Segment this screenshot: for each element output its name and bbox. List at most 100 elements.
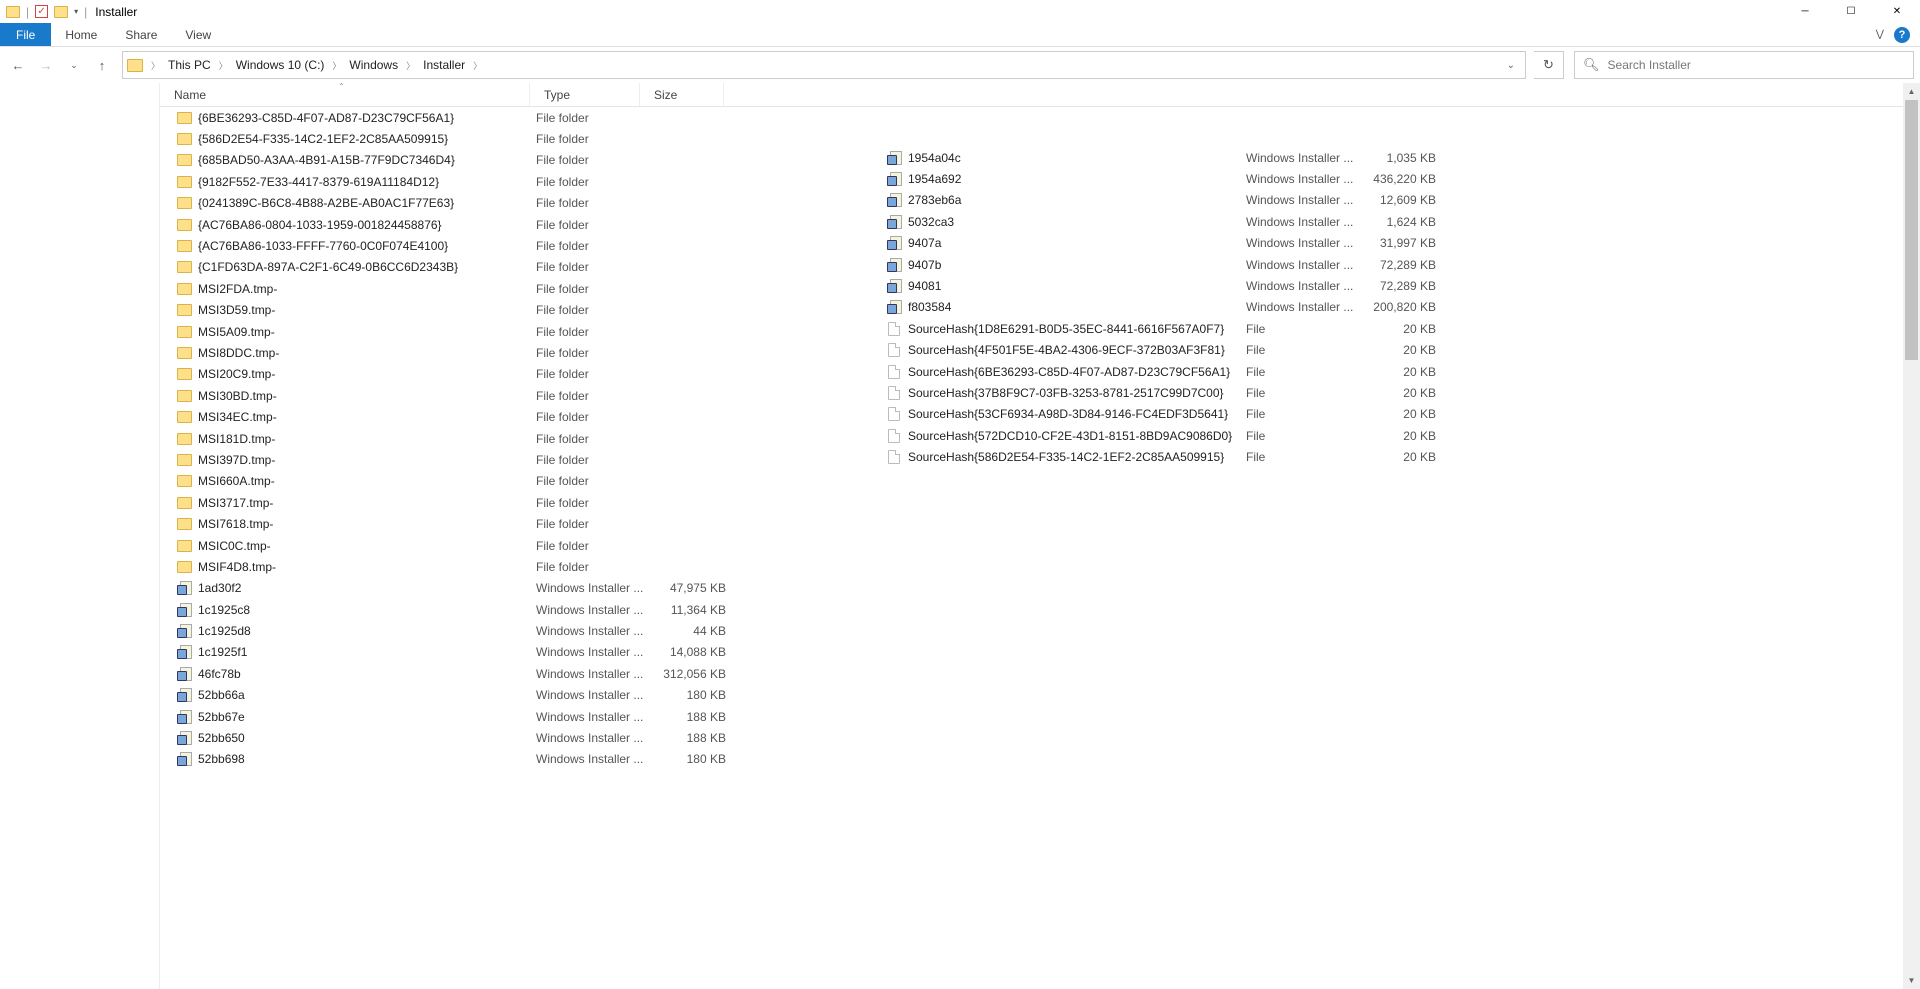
chevron-right-icon[interactable]: 〉 <box>471 59 484 72</box>
item-size: 47,975 KB <box>644 581 728 595</box>
content-area: Name ⌃ Type Size {6BE36293-C85D-4F07-AD8… <box>0 83 1920 989</box>
close-button[interactable]: ✕ <box>1874 0 1920 23</box>
breadcrumb[interactable]: Windows <box>345 58 402 72</box>
list-item[interactable]: SourceHash{53CF6934-A98D-3D84-9146-FC4ED… <box>880 404 1600 425</box>
list-item[interactable]: MSIC0C.tmp-File folder <box>160 535 880 556</box>
address-bar[interactable]: 〉 This PC 〉 Windows 10 (C:) 〉 Windows 〉 … <box>122 51 1526 79</box>
item-type: Windows Installer ... <box>1246 172 1354 186</box>
list-item[interactable]: {C1FD63DA-897A-C2F1-6C49-0B6CC6D2343B}Fi… <box>160 257 880 278</box>
list-item[interactable]: 9407bWindows Installer ...72,289 KB <box>880 254 1600 275</box>
list-item[interactable]: MSI8DDC.tmp-File folder <box>160 342 880 363</box>
breadcrumb[interactable]: Installer <box>419 58 469 72</box>
list-item[interactable]: 1c1925c8Windows Installer ...11,364 KB <box>160 599 880 620</box>
file-list[interactable]: Name ⌃ Type Size {6BE36293-C85D-4F07-AD8… <box>160 83 1920 989</box>
file-tab[interactable]: File <box>0 23 51 46</box>
vertical-scrollbar[interactable]: ▲ ▼ <box>1903 83 1920 989</box>
breadcrumb[interactable]: Windows 10 (C:) <box>232 58 329 72</box>
item-name: MSI660A.tmp- <box>198 474 536 488</box>
list-item[interactable]: 52bb650Windows Installer ...188 KB <box>160 727 880 748</box>
item-size: 20 KB <box>1354 429 1438 443</box>
list-item[interactable]: SourceHash{4F501F5E-4BA2-4306-9ECF-372B0… <box>880 340 1600 361</box>
item-name: MSI20C9.tmp- <box>198 367 536 381</box>
recent-locations-button[interactable]: ⌄ <box>62 53 86 77</box>
list-item[interactable]: SourceHash{572DCD10-CF2E-43D1-8151-8BD9A… <box>880 425 1600 446</box>
item-name: {9182F552-7E33-4417-8379-619A11184D12} <box>198 175 536 189</box>
properties-icon[interactable]: ✓ <box>35 5 48 18</box>
list-item[interactable]: 52bb67eWindows Installer ...188 KB <box>160 706 880 727</box>
chevron-right-icon[interactable]: 〉 <box>149 59 162 72</box>
help-icon[interactable]: ? <box>1894 27 1910 43</box>
list-item[interactable]: 9407aWindows Installer ...31,997 KB <box>880 233 1600 254</box>
list-item[interactable]: 1954a04cWindows Installer ...1,035 KB <box>880 147 1600 168</box>
column-name[interactable]: Name ⌃ <box>160 83 530 106</box>
list-item[interactable]: 52bb66aWindows Installer ...180 KB <box>160 685 880 706</box>
list-item[interactable]: MSI20C9.tmp-File folder <box>160 364 880 385</box>
tab-share[interactable]: Share <box>111 23 171 46</box>
list-item[interactable]: SourceHash{586D2E54-F335-14C2-1EF2-2C85A… <box>880 446 1600 467</box>
list-item[interactable]: MSI2FDA.tmp-File folder <box>160 278 880 299</box>
qat-dropdown-icon[interactable]: ▾ <box>74 7 78 16</box>
list-item[interactable]: 46fc78bWindows Installer ...312,056 KB <box>160 663 880 684</box>
maximize-button[interactable]: ☐ <box>1828 0 1874 23</box>
item-name: 1954a692 <box>908 172 1246 186</box>
chevron-right-icon[interactable]: 〉 <box>330 59 343 72</box>
list-item[interactable]: 5032ca3Windows Installer ...1,624 KB <box>880 211 1600 232</box>
list-item[interactable]: f803584Windows Installer ...200,820 KB <box>880 297 1600 318</box>
list-item[interactable]: {AC76BA86-0804-1033-1959-001824458876}Fi… <box>160 214 880 235</box>
list-item[interactable]: {586D2E54-F335-14C2-1EF2-2C85AA509915}Fi… <box>160 128 880 149</box>
list-item[interactable]: 1ad30f2Windows Installer ...47,975 KB <box>160 578 880 599</box>
item-size: 180 KB <box>644 752 728 766</box>
item-type: Windows Installer ... <box>536 688 644 702</box>
forward-button[interactable]: → <box>34 53 58 77</box>
scroll-thumb[interactable] <box>1905 100 1918 360</box>
tab-home[interactable]: Home <box>51 23 111 46</box>
list-item[interactable]: {6BE36293-C85D-4F07-AD87-D23C79CF56A1}Fi… <box>160 107 880 128</box>
list-item[interactable]: MSIF4D8.tmp-File folder <box>160 556 880 577</box>
chevron-right-icon[interactable]: 〉 <box>404 59 417 72</box>
list-item[interactable]: 1c1925d8Windows Installer ...44 KB <box>160 620 880 641</box>
list-item[interactable]: MSI3D59.tmp-File folder <box>160 300 880 321</box>
list-item[interactable]: SourceHash{1D8E6291-B0D5-35EC-8441-6616F… <box>880 318 1600 339</box>
item-name: SourceHash{4F501F5E-4BA2-4306-9ECF-372B0… <box>908 343 1246 357</box>
up-button[interactable]: ↑ <box>90 53 114 77</box>
list-item[interactable]: SourceHash{6BE36293-C85D-4F07-AD87-D23C7… <box>880 361 1600 382</box>
list-item[interactable]: 1954a692Windows Installer ...436,220 KB <box>880 168 1600 189</box>
item-name: {AC76BA86-1033-FFFF-7760-0C0F074E4100} <box>198 239 536 253</box>
column-size[interactable]: Size <box>640 83 724 106</box>
list-item[interactable]: 52bb698Windows Installer ...180 KB <box>160 749 880 770</box>
list-item[interactable]: MSI181D.tmp-File folder <box>160 428 880 449</box>
address-dropdown-icon[interactable]: ⌄ <box>1501 60 1521 71</box>
folder-icon[interactable] <box>54 6 68 18</box>
back-button[interactable]: ← <box>6 53 30 77</box>
navigation-pane[interactable] <box>0 83 160 989</box>
item-name: SourceHash{6BE36293-C85D-4F07-AD87-D23C7… <box>908 365 1246 379</box>
list-item[interactable]: {685BAD50-A3AA-4B91-A15B-77F9DC7346D4}Fi… <box>160 150 880 171</box>
list-item[interactable]: {AC76BA86-1033-FFFF-7760-0C0F074E4100}Fi… <box>160 235 880 256</box>
list-item[interactable]: MSI3717.tmp-File folder <box>160 492 880 513</box>
list-item[interactable]: {0241389C-B6C8-4B88-A2BE-AB0AC1F77E63}Fi… <box>160 193 880 214</box>
minimize-button[interactable]: ─ <box>1782 0 1828 23</box>
list-item[interactable]: MSI34EC.tmp-File folder <box>160 406 880 427</box>
item-type: File folder <box>536 560 644 574</box>
list-item[interactable]: 2783eb6aWindows Installer ...12,609 KB <box>880 190 1600 211</box>
tab-view[interactable]: View <box>171 23 225 46</box>
scroll-down-icon[interactable]: ▼ <box>1903 972 1920 989</box>
chevron-right-icon[interactable]: 〉 <box>217 59 230 72</box>
list-item[interactable]: MSI397D.tmp-File folder <box>160 449 880 470</box>
list-item[interactable]: 94081Windows Installer ...72,289 KB <box>880 275 1600 296</box>
list-item[interactable]: SourceHash{37B8F9C7-03FB-3253-8781-2517C… <box>880 382 1600 403</box>
expand-ribbon-icon[interactable]: ⋁ <box>1876 29 1884 40</box>
list-item[interactable]: MSI660A.tmp-File folder <box>160 471 880 492</box>
column-type[interactable]: Type <box>530 83 640 106</box>
breadcrumb[interactable]: This PC <box>164 58 215 72</box>
scroll-up-icon[interactable]: ▲ <box>1903 83 1920 100</box>
search-input[interactable]: 🔍︎ Search Installer <box>1574 51 1914 79</box>
list-item[interactable]: {9182F552-7E33-4417-8379-619A11184D12}Fi… <box>160 171 880 192</box>
list-item[interactable]: MSI5A09.tmp-File folder <box>160 321 880 342</box>
list-item[interactable]: MSI30BD.tmp-File folder <box>160 385 880 406</box>
list-item[interactable]: 1c1925f1Windows Installer ...14,088 KB <box>160 642 880 663</box>
item-type: File folder <box>536 496 644 510</box>
list-item[interactable]: MSI7618.tmp-File folder <box>160 513 880 534</box>
item-type: Windows Installer ... <box>536 667 644 681</box>
refresh-button[interactable]: ↻ <box>1534 51 1564 79</box>
